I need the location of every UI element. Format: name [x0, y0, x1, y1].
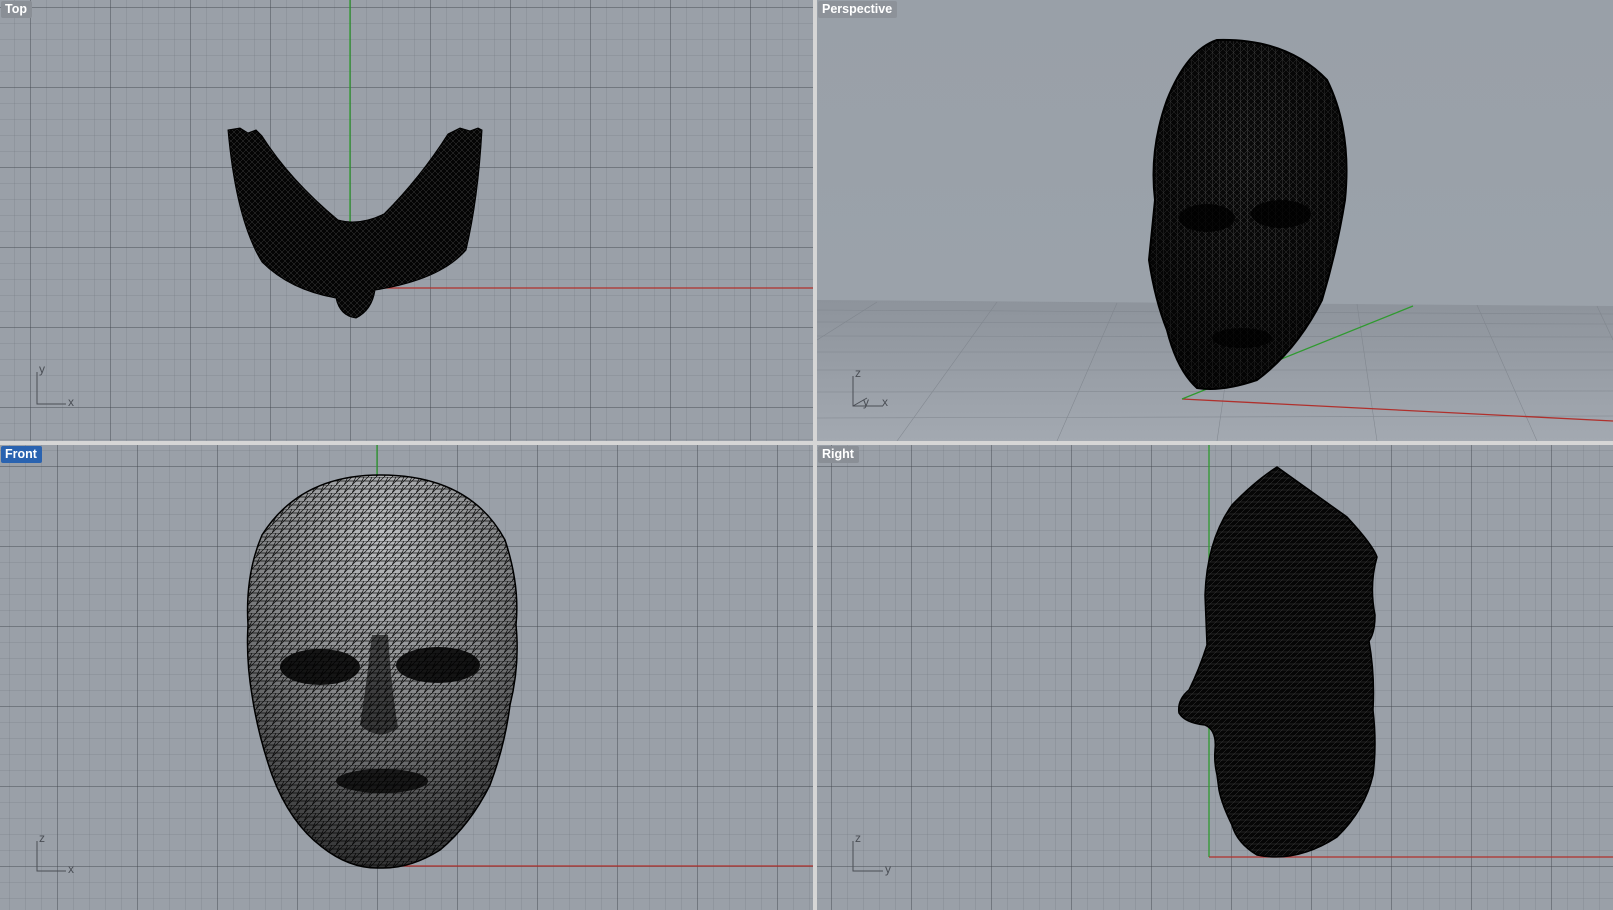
svg-text:z: z	[855, 366, 861, 380]
viewport-front[interactable]: Front z x	[0, 445, 813, 910]
right-view-canvas: z y	[852, 445, 1613, 876]
front-view-canvas: z x	[36, 445, 813, 876]
viewport-right[interactable]: Right z y	[817, 445, 1613, 910]
viewport-title-perspective[interactable]: Perspective	[818, 1, 898, 18]
viewport-title-top[interactable]: Top	[1, 1, 32, 18]
svg-text:z: z	[39, 831, 45, 845]
viewport-title-front[interactable]: Front	[1, 446, 42, 463]
top-view-canvas: y x	[36, 0, 813, 409]
perspective-view-canvas: z y x	[817, 38, 1613, 441]
viewport-perspective[interactable]: Perspective z y x	[817, 0, 1613, 441]
axis-gizmo-front: z x	[36, 831, 74, 876]
svg-text:y: y	[885, 862, 891, 876]
svg-text:x: x	[882, 395, 888, 409]
svg-text:x: x	[68, 395, 74, 409]
svg-text:x: x	[68, 862, 74, 876]
svg-text:y: y	[863, 395, 869, 409]
viewport-top[interactable]: Top y x	[0, 0, 813, 441]
face-mesh-top	[227, 127, 483, 319]
viewport-title-right[interactable]: Right	[818, 446, 859, 463]
four-viewport-layout: Top y x Perspective z y x Front z x Righ…	[0, 0, 1613, 910]
svg-text:y: y	[39, 362, 45, 376]
axis-gizmo-right: z y	[852, 831, 891, 876]
axis-gizmo-top: y x	[36, 362, 74, 409]
svg-text:z: z	[855, 831, 861, 845]
